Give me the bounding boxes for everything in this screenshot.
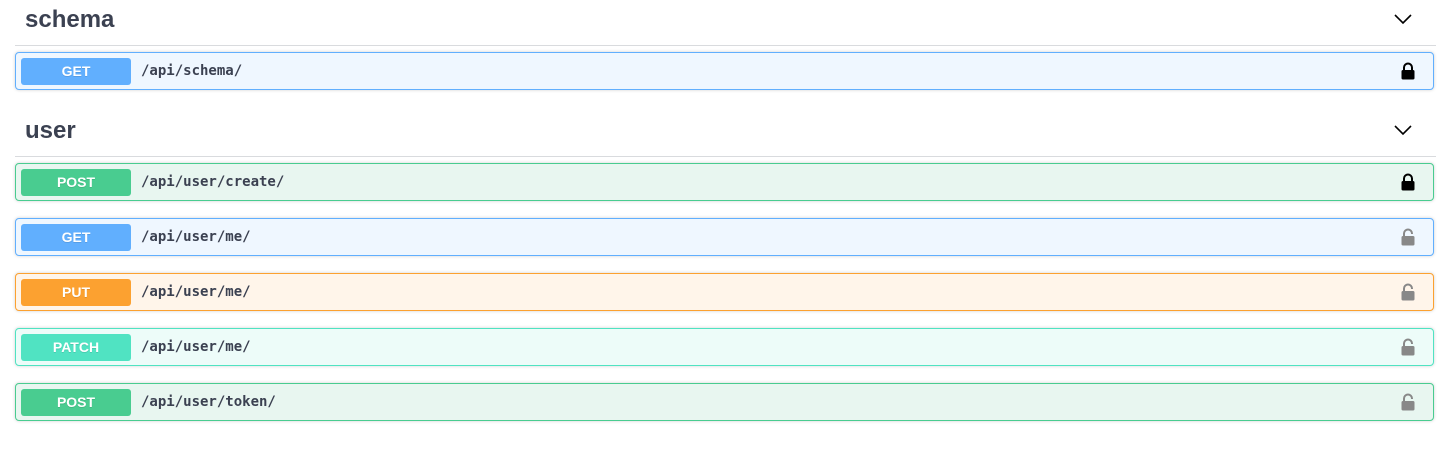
method-badge: GET [21,58,131,85]
chevron-down-icon[interactable] [1394,13,1412,27]
operation-patch-api-user-me[interactable]: PATCH /api/user/me/ [15,328,1434,366]
method-badge: PATCH [21,334,131,361]
method-badge: POST [21,389,131,416]
method-badge: PUT [21,279,131,306]
operation-post-api-user-token[interactable]: POST /api/user/token/ [15,383,1434,421]
method-badge: GET [21,224,131,251]
tag-title: user [25,117,76,144]
unlock-icon[interactable] [1400,338,1416,356]
lock-icon[interactable] [1400,173,1416,191]
operation-get-api-user-me[interactable]: GET /api/user/me/ [15,218,1434,256]
operation-path: /api/user/create/ [141,174,285,190]
method-badge: POST [21,169,131,196]
operation-get-api-schema[interactable]: GET /api/schema/ [15,52,1434,90]
operation-post-api-user-create[interactable]: POST /api/user/create/ [15,163,1434,201]
operation-path: /api/user/token/ [141,394,276,410]
operation-path: /api/schema/ [141,63,243,79]
tag-header-schema[interactable]: schema [15,0,1436,46]
operation-path: /api/user/me/ [141,284,251,300]
unlock-icon[interactable] [1400,228,1416,246]
unlock-icon[interactable] [1400,283,1416,301]
operation-path: /api/user/me/ [141,229,251,245]
tag-title: schema [25,6,115,33]
tag-section-user: user [15,111,1436,157]
tag-header-user[interactable]: user [15,111,1436,157]
lock-icon[interactable] [1400,62,1416,80]
chevron-down-icon[interactable] [1394,124,1412,138]
tag-section-schema: schema [15,0,1436,46]
unlock-icon[interactable] [1400,393,1416,411]
operation-path: /api/user/me/ [141,339,251,355]
operation-put-api-user-me[interactable]: PUT /api/user/me/ [15,273,1434,311]
